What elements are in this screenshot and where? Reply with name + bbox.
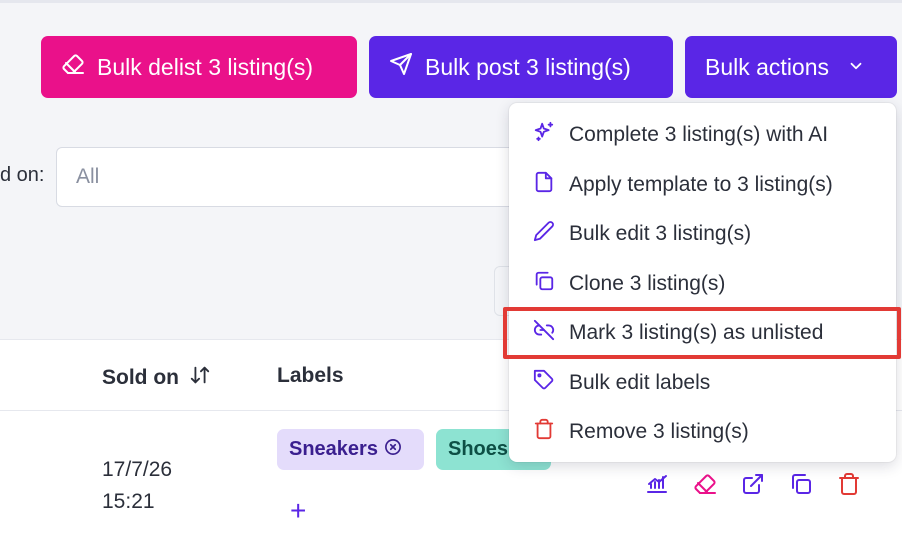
- label-tag-sneakers: Sneakers: [277, 429, 424, 470]
- menu-item-bulk-edit-labels[interactable]: Bulk edit labels: [509, 361, 896, 405]
- chevron-down-icon: [847, 54, 865, 81]
- send-icon: [389, 52, 413, 82]
- bulk-actions-label: Bulk actions: [705, 53, 830, 80]
- sparkles-icon: [533, 121, 555, 149]
- sold-time: 15:21: [102, 490, 155, 513]
- labels-header: Labels: [277, 364, 344, 387]
- tag-label: Sneakers: [289, 438, 378, 460]
- sold-on-header[interactable]: Sold on: [102, 364, 211, 392]
- bulk-delist-button[interactable]: Bulk delist 3 listing(s): [41, 36, 357, 98]
- menu-item-remove[interactable]: Remove 3 listing(s): [509, 410, 896, 454]
- external-link-icon[interactable]: [741, 472, 765, 496]
- copy-icon: [533, 270, 555, 298]
- menu-item-bulk-edit[interactable]: Bulk edit 3 listing(s): [509, 212, 896, 256]
- menu-item-label: Clone 3 listing(s): [569, 272, 726, 295]
- row-actions: [645, 472, 861, 496]
- copy-icon[interactable]: [789, 472, 813, 496]
- menu-item-clone[interactable]: Clone 3 listing(s): [509, 262, 896, 306]
- trash-icon[interactable]: [837, 472, 861, 496]
- filter-select[interactable]: All: [56, 147, 536, 207]
- menu-item-complete-with-ai[interactable]: Complete 3 listing(s) with AI: [509, 113, 896, 157]
- menu-item-label: Mark 3 listing(s) as unlisted: [569, 321, 824, 344]
- menu-item-label: Apply template to 3 listing(s): [569, 173, 833, 196]
- sort-icon: [189, 364, 211, 392]
- tag-label: Shoes: [448, 438, 509, 460]
- filter-label: d on:: [0, 164, 45, 186]
- sold-date: 17/7/26: [102, 458, 173, 481]
- menu-item-label: Bulk edit labels: [569, 371, 711, 394]
- bulk-post-label: Bulk post 3 listing(s): [425, 53, 631, 80]
- menu-item-mark-unlisted[interactable]: Mark 3 listing(s) as unlisted: [509, 311, 896, 355]
- trash-icon: [533, 418, 555, 446]
- bulk-actions-menu: Complete 3 listing(s) with AI Apply temp…: [509, 103, 896, 462]
- bulk-delist-label: Bulk delist 3 listing(s): [97, 53, 314, 80]
- filter-value: All: [76, 165, 100, 188]
- pencil-icon: [533, 220, 555, 248]
- top-border: [0, 0, 902, 3]
- bulk-post-button[interactable]: Bulk post 3 listing(s): [369, 36, 673, 98]
- menu-item-label: Bulk edit 3 listing(s): [569, 222, 752, 245]
- add-label-button[interactable]: +: [290, 497, 306, 525]
- menu-item-label: Complete 3 listing(s) with AI: [569, 123, 829, 146]
- stats-icon[interactable]: [645, 472, 669, 496]
- bulk-actions-button[interactable]: Bulk actions: [685, 36, 897, 98]
- unlink-icon: [533, 319, 555, 347]
- remove-tag-icon[interactable]: [384, 438, 402, 462]
- sold-on-header-label: Sold on: [102, 366, 179, 389]
- sold-on-cell: 17/7/26 15:21: [102, 454, 172, 518]
- tag-icon: [533, 369, 555, 397]
- eraser-icon[interactable]: [693, 472, 717, 496]
- eraser-icon: [61, 52, 85, 82]
- file-icon: [533, 171, 555, 199]
- menu-item-label: Remove 3 listing(s): [569, 420, 749, 443]
- menu-item-apply-template[interactable]: Apply template to 3 listing(s): [509, 163, 896, 207]
